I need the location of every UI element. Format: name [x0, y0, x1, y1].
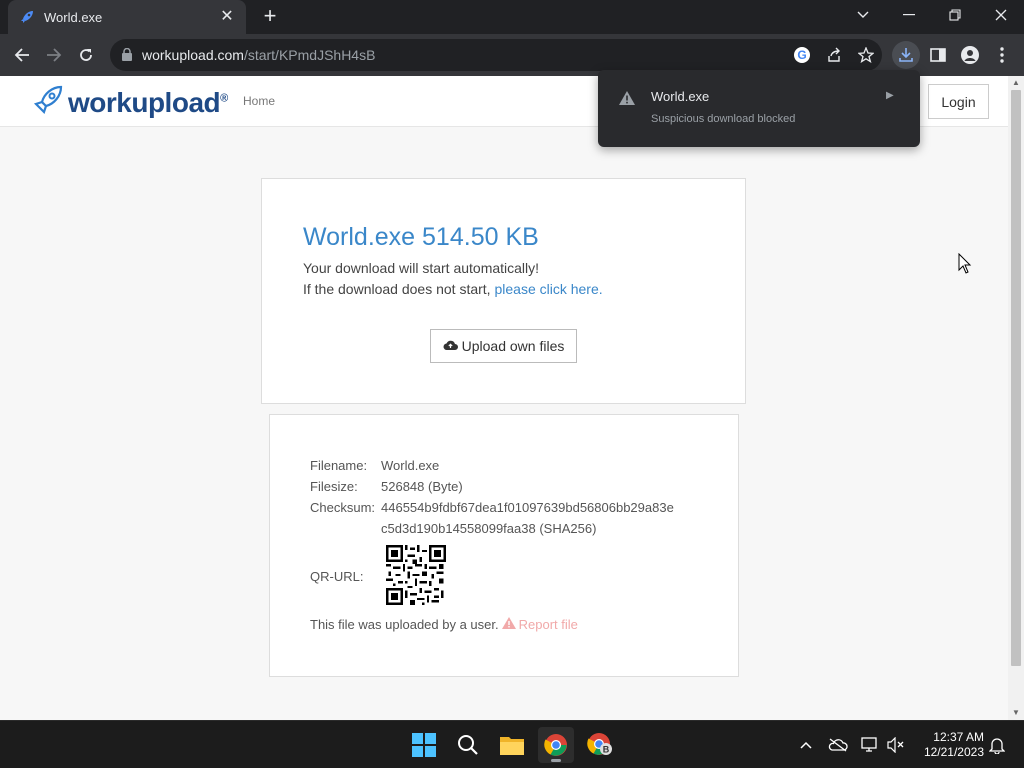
reload-button[interactable] [72, 41, 100, 69]
tab-search-chevron-icon[interactable] [840, 0, 886, 30]
checksum-value-line1: 446554b9fdbf67dea1f01097639bd56806bb29a8… [381, 500, 674, 515]
qr-code-image [386, 545, 446, 605]
menu-kebab-icon[interactable] [988, 41, 1016, 69]
share-icon[interactable] [824, 45, 844, 65]
report-file-link[interactable]: Report file [501, 617, 578, 632]
profile-avatar-icon[interactable] [956, 41, 984, 69]
manual-download-link[interactable]: please click here. [494, 281, 602, 297]
restore-button[interactable] [932, 0, 978, 30]
checksum-label: Checksum: [310, 500, 376, 515]
warning-icon [501, 617, 516, 632]
close-window-button[interactable] [978, 0, 1024, 30]
lock-icon[interactable] [122, 47, 132, 66]
logo-wordmark: workupload® [68, 86, 228, 118]
uploaded-notice: This file was uploaded by a user. Report… [310, 617, 578, 632]
filesize-label: Filesize: [310, 479, 358, 494]
file-info-card: Filename: World.exe Filesize: 526848 (By… [269, 414, 739, 677]
download-status: Suspicious download blocked [651, 113, 796, 125]
svg-text:B: B [603, 745, 610, 755]
nav-home-link[interactable]: Home [243, 94, 275, 108]
workupload-logo[interactable]: workupload® [32, 84, 228, 121]
filename-value: World.exe [381, 458, 440, 473]
file-explorer-icon[interactable] [494, 727, 530, 763]
system-clock[interactable]: 12:37 AM 12/21/2023 [914, 730, 984, 760]
rocket-logo-icon [32, 84, 64, 121]
auto-download-text: Your download will start automatically! [303, 260, 540, 276]
chrome-icon[interactable] [538, 727, 574, 763]
onedrive-offline-icon[interactable] [828, 735, 848, 755]
chevron-right-icon[interactable]: ▶ [886, 90, 894, 101]
windows-start-icon[interactable] [406, 727, 442, 763]
tab-title: World.exe [44, 9, 103, 25]
page-scrollbar[interactable]: ▲ ▼ [1008, 76, 1024, 720]
chrome-profile-icon[interactable]: B [582, 727, 618, 763]
file-title: World.exe 514.50 KB [303, 223, 539, 251]
mouse-cursor-icon [958, 253, 972, 274]
clock-date: 12/21/2023 [923, 745, 984, 759]
rocket-icon [18, 8, 36, 26]
warning-icon [619, 91, 635, 110]
forward-button[interactable] [40, 41, 68, 69]
active-app-indicator [551, 759, 561, 762]
download-filename: World.exe [651, 89, 710, 104]
minimize-button[interactable] [886, 0, 932, 30]
scroll-down-arrow-icon[interactable]: ▼ [1008, 706, 1024, 720]
new-tab-button[interactable]: + [258, 5, 282, 29]
side-panel-icon[interactable] [924, 41, 952, 69]
scrollbar-thumb[interactable] [1011, 90, 1021, 666]
clock-time: 12:37 AM [933, 730, 984, 744]
cloud-upload-icon [443, 338, 458, 354]
tab-close-icon[interactable]: ✕ [218, 8, 236, 26]
back-button[interactable] [8, 41, 36, 69]
download-card: World.exe 514.50 KB Your download will s… [261, 178, 746, 404]
manual-download-text: If the download does not start, please c… [303, 281, 603, 297]
filename-label: Filename: [310, 458, 368, 473]
address-bar[interactable]: workupload.com/start/KPmdJShH4sB G [110, 39, 882, 71]
bookmark-star-icon[interactable] [856, 45, 876, 65]
search-icon[interactable] [450, 727, 486, 763]
volume-muted-icon[interactable] [886, 735, 906, 755]
login-button[interactable]: Login [928, 84, 989, 119]
download-bubble[interactable]: World.exe Suspicious download blocked ▶ [598, 70, 920, 147]
windows-taskbar: B 12:37 AM 12/21/2023 [0, 720, 1024, 768]
network-icon[interactable] [860, 735, 880, 755]
tab-world-exe[interactable]: World.exe ✕ [8, 0, 246, 34]
upload-own-files-button[interactable]: Upload own files [430, 329, 577, 363]
checksum-value-line2: c5d3d190b14558099faa38 (SHA256) [381, 521, 597, 536]
qr-url-label: QR-URL: [310, 569, 364, 584]
url-text: workupload.com/start/KPmdJShH4sB [142, 47, 376, 63]
web-page: workupload® Home Login World.exe 514.50 … [0, 76, 1008, 720]
svg-text:G: G [797, 48, 806, 62]
google-lens-icon[interactable]: G [792, 45, 812, 65]
notification-bell-icon[interactable] [987, 735, 1007, 755]
filesize-value: 526848 (Byte) [381, 479, 463, 494]
scroll-up-arrow-icon[interactable]: ▲ [1008, 76, 1024, 90]
browser-tab-strip: World.exe ✕ + [0, 0, 1024, 34]
download-icon[interactable] [892, 41, 920, 69]
show-hidden-icons-chevron-icon[interactable] [796, 735, 816, 755]
